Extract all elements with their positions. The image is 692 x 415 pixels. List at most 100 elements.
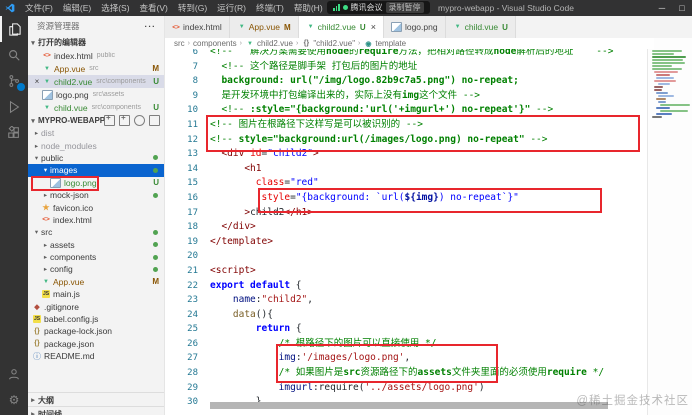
tree-item-index.html[interactable]: <>index.html xyxy=(28,214,164,226)
code-text: </template> xyxy=(210,235,273,250)
tree-item-mock-json[interactable]: ▸mock-json xyxy=(28,189,164,201)
more-actions-icon[interactable]: ··· xyxy=(145,16,157,36)
open-editor-item[interactable]: ×▼child2.vuesrc\componentsU xyxy=(28,75,164,88)
tree-label: logo.png xyxy=(64,178,97,188)
account-icon[interactable] xyxy=(0,361,28,387)
file-path: src\components xyxy=(92,104,141,111)
settings-gear-icon[interactable]: ⚙ xyxy=(0,387,28,413)
new-file-icon[interactable] xyxy=(104,115,115,126)
menu-item[interactable]: 转到(G) xyxy=(173,0,212,16)
open-editors-header[interactable]: ▾ 打开的编辑器 xyxy=(28,36,164,49)
vue-icon: ▼ xyxy=(237,24,247,30)
file-path: public xyxy=(97,52,115,59)
timeline-section[interactable]: ▸ 时间线 xyxy=(28,406,164,415)
menu-item[interactable]: 文件(F) xyxy=(20,0,58,16)
image-icon xyxy=(391,22,402,32)
horizontal-scrollbar[interactable] xyxy=(210,402,608,409)
tree-item-logo.png[interactable]: logo.pngU xyxy=(28,177,164,189)
code-text: class="red" xyxy=(210,176,319,191)
line-number: 26 xyxy=(164,337,198,352)
tree-item-package.json[interactable]: {}package.json xyxy=(28,338,164,350)
code-text: >child2</h1> xyxy=(210,206,313,221)
open-editor-item[interactable]: logo.pngsrc\assets xyxy=(28,88,164,101)
code-line: 17 >child2</h1> xyxy=(164,206,692,221)
collapse-all-icon[interactable] xyxy=(149,115,160,126)
explorer-icon[interactable] xyxy=(0,16,28,42)
close-icon[interactable]: × xyxy=(32,77,42,86)
minimap[interactable] xyxy=(647,38,692,415)
tree-item-public[interactable]: ▾public xyxy=(28,152,164,164)
tree-item-config[interactable]: ▸config xyxy=(28,263,164,275)
breadcrumb-item[interactable]: components xyxy=(193,39,237,48)
code-view[interactable]: 6<!-- 解决方案需要使用node的require方法，把相对路径转成node… xyxy=(164,45,692,410)
menu-item[interactable]: 查看(V) xyxy=(135,0,173,16)
tree-item-main.js[interactable]: JSmain.js xyxy=(28,288,164,300)
breadcrumb-item[interactable]: {}"child2.vue" xyxy=(301,39,355,48)
tab-logo.png[interactable]: logo.png xyxy=(384,16,446,38)
tree-item-package-lock.json[interactable]: {}package-lock.json xyxy=(28,325,164,337)
json-icon: {} xyxy=(32,340,42,347)
breadcrumb-item[interactable]: ◉template xyxy=(363,39,406,48)
code-text: background: url("/img/logo.82b9c7a5.png"… xyxy=(210,74,519,89)
tree-item-assets[interactable]: ▸assets xyxy=(28,239,164,251)
file-name: child2.vue xyxy=(54,77,92,87)
maximize-button[interactable]: □ xyxy=(672,0,692,16)
line-number: 19 xyxy=(164,235,198,250)
menu-item[interactable]: 终端(T) xyxy=(251,0,289,16)
tree-item-README.md[interactable]: ⓘREADME.md xyxy=(28,350,164,362)
project-header[interactable]: ▾ MYPRO-WEBAPP xyxy=(28,114,164,127)
code-line: 19 </template> xyxy=(164,235,692,250)
close-icon[interactable]: × xyxy=(371,22,376,32)
menu-item[interactable]: 帮助(H) xyxy=(289,0,328,16)
open-editor-item[interactable]: <>index.htmlpublic xyxy=(28,49,164,62)
tree-item-src[interactable]: ▾src xyxy=(28,226,164,238)
code-text: /* 根路径下的图片可以直接使用 */ xyxy=(210,337,436,352)
refresh-icon[interactable] xyxy=(134,115,145,126)
image-icon xyxy=(50,178,61,188)
minimize-button[interactable]: ─ xyxy=(652,0,672,16)
tab-child.vue[interactable]: ▼child.vueU xyxy=(446,16,516,38)
code-line: 25 return { xyxy=(164,322,692,337)
scm-badge xyxy=(17,83,25,91)
code-text: <!-- style="background:url(/images/logo.… xyxy=(210,133,547,148)
source-control-icon[interactable] xyxy=(0,68,28,94)
line-number: 15 xyxy=(164,176,198,191)
menu-item[interactable]: 编辑(E) xyxy=(58,0,96,16)
tab-index.html[interactable]: <>index.html xyxy=(164,16,230,38)
outline-section[interactable]: ▸ 大纲 xyxy=(28,392,164,407)
chevron-down-icon: ▾ xyxy=(32,228,41,236)
tree-item-node_modules[interactable]: ▸node_modules xyxy=(28,139,164,151)
tree-item-.gitignore[interactable]: ◆.gitignore xyxy=(28,300,164,312)
extensions-icon[interactable] xyxy=(0,120,28,146)
open-editor-item[interactable]: ▼App.vuesrcM xyxy=(28,62,164,75)
menu-item[interactable]: 选择(S) xyxy=(96,0,134,16)
code-text: <!-- :style="{background:'url('+imgurl+'… xyxy=(210,103,553,118)
tree-label: src xyxy=(41,227,52,237)
tab-child2.vue[interactable]: ▼child2.vueU× xyxy=(299,16,384,38)
tree-item-favicon.ico[interactable]: ★favicon.ico xyxy=(28,201,164,213)
run-debug-icon[interactable] xyxy=(0,94,28,120)
line-number: 29 xyxy=(164,381,198,396)
code-text: <div id="child2"> xyxy=(210,147,319,162)
tree-item-App.vue[interactable]: ▼App.vueM xyxy=(28,276,164,288)
modified-dot-icon xyxy=(153,155,158,160)
line-number: 28 xyxy=(164,366,198,381)
tree-item-components[interactable]: ▸components xyxy=(28,251,164,263)
breadcrumb-separator-icon: › xyxy=(240,40,242,47)
breadcrumb-item[interactable]: ▼child2.vue xyxy=(245,39,293,48)
file-name: App.vue xyxy=(54,64,85,74)
new-folder-icon[interactable] xyxy=(119,115,130,126)
code-text: </div> xyxy=(210,220,256,235)
tab-App.vue[interactable]: ▼App.vueM xyxy=(230,16,299,38)
search-icon[interactable] xyxy=(0,42,28,68)
tree-label: babel.config.js xyxy=(44,314,98,324)
open-editor-item[interactable]: ▼child.vuesrc\componentsU xyxy=(28,101,164,114)
breadcrumb-item[interactable]: src xyxy=(174,39,185,48)
tree-item-dist[interactable]: ▸dist xyxy=(28,127,164,139)
minimap-mark xyxy=(652,59,683,61)
code-line: 12<!-- style="background:url(/images/log… xyxy=(164,133,692,148)
tree-item-babel.config.js[interactable]: JSbabel.config.js xyxy=(28,313,164,325)
git-status-badge: M xyxy=(284,23,291,32)
menu-item[interactable]: 运行(R) xyxy=(212,0,251,16)
line-number: 17 xyxy=(164,206,198,221)
